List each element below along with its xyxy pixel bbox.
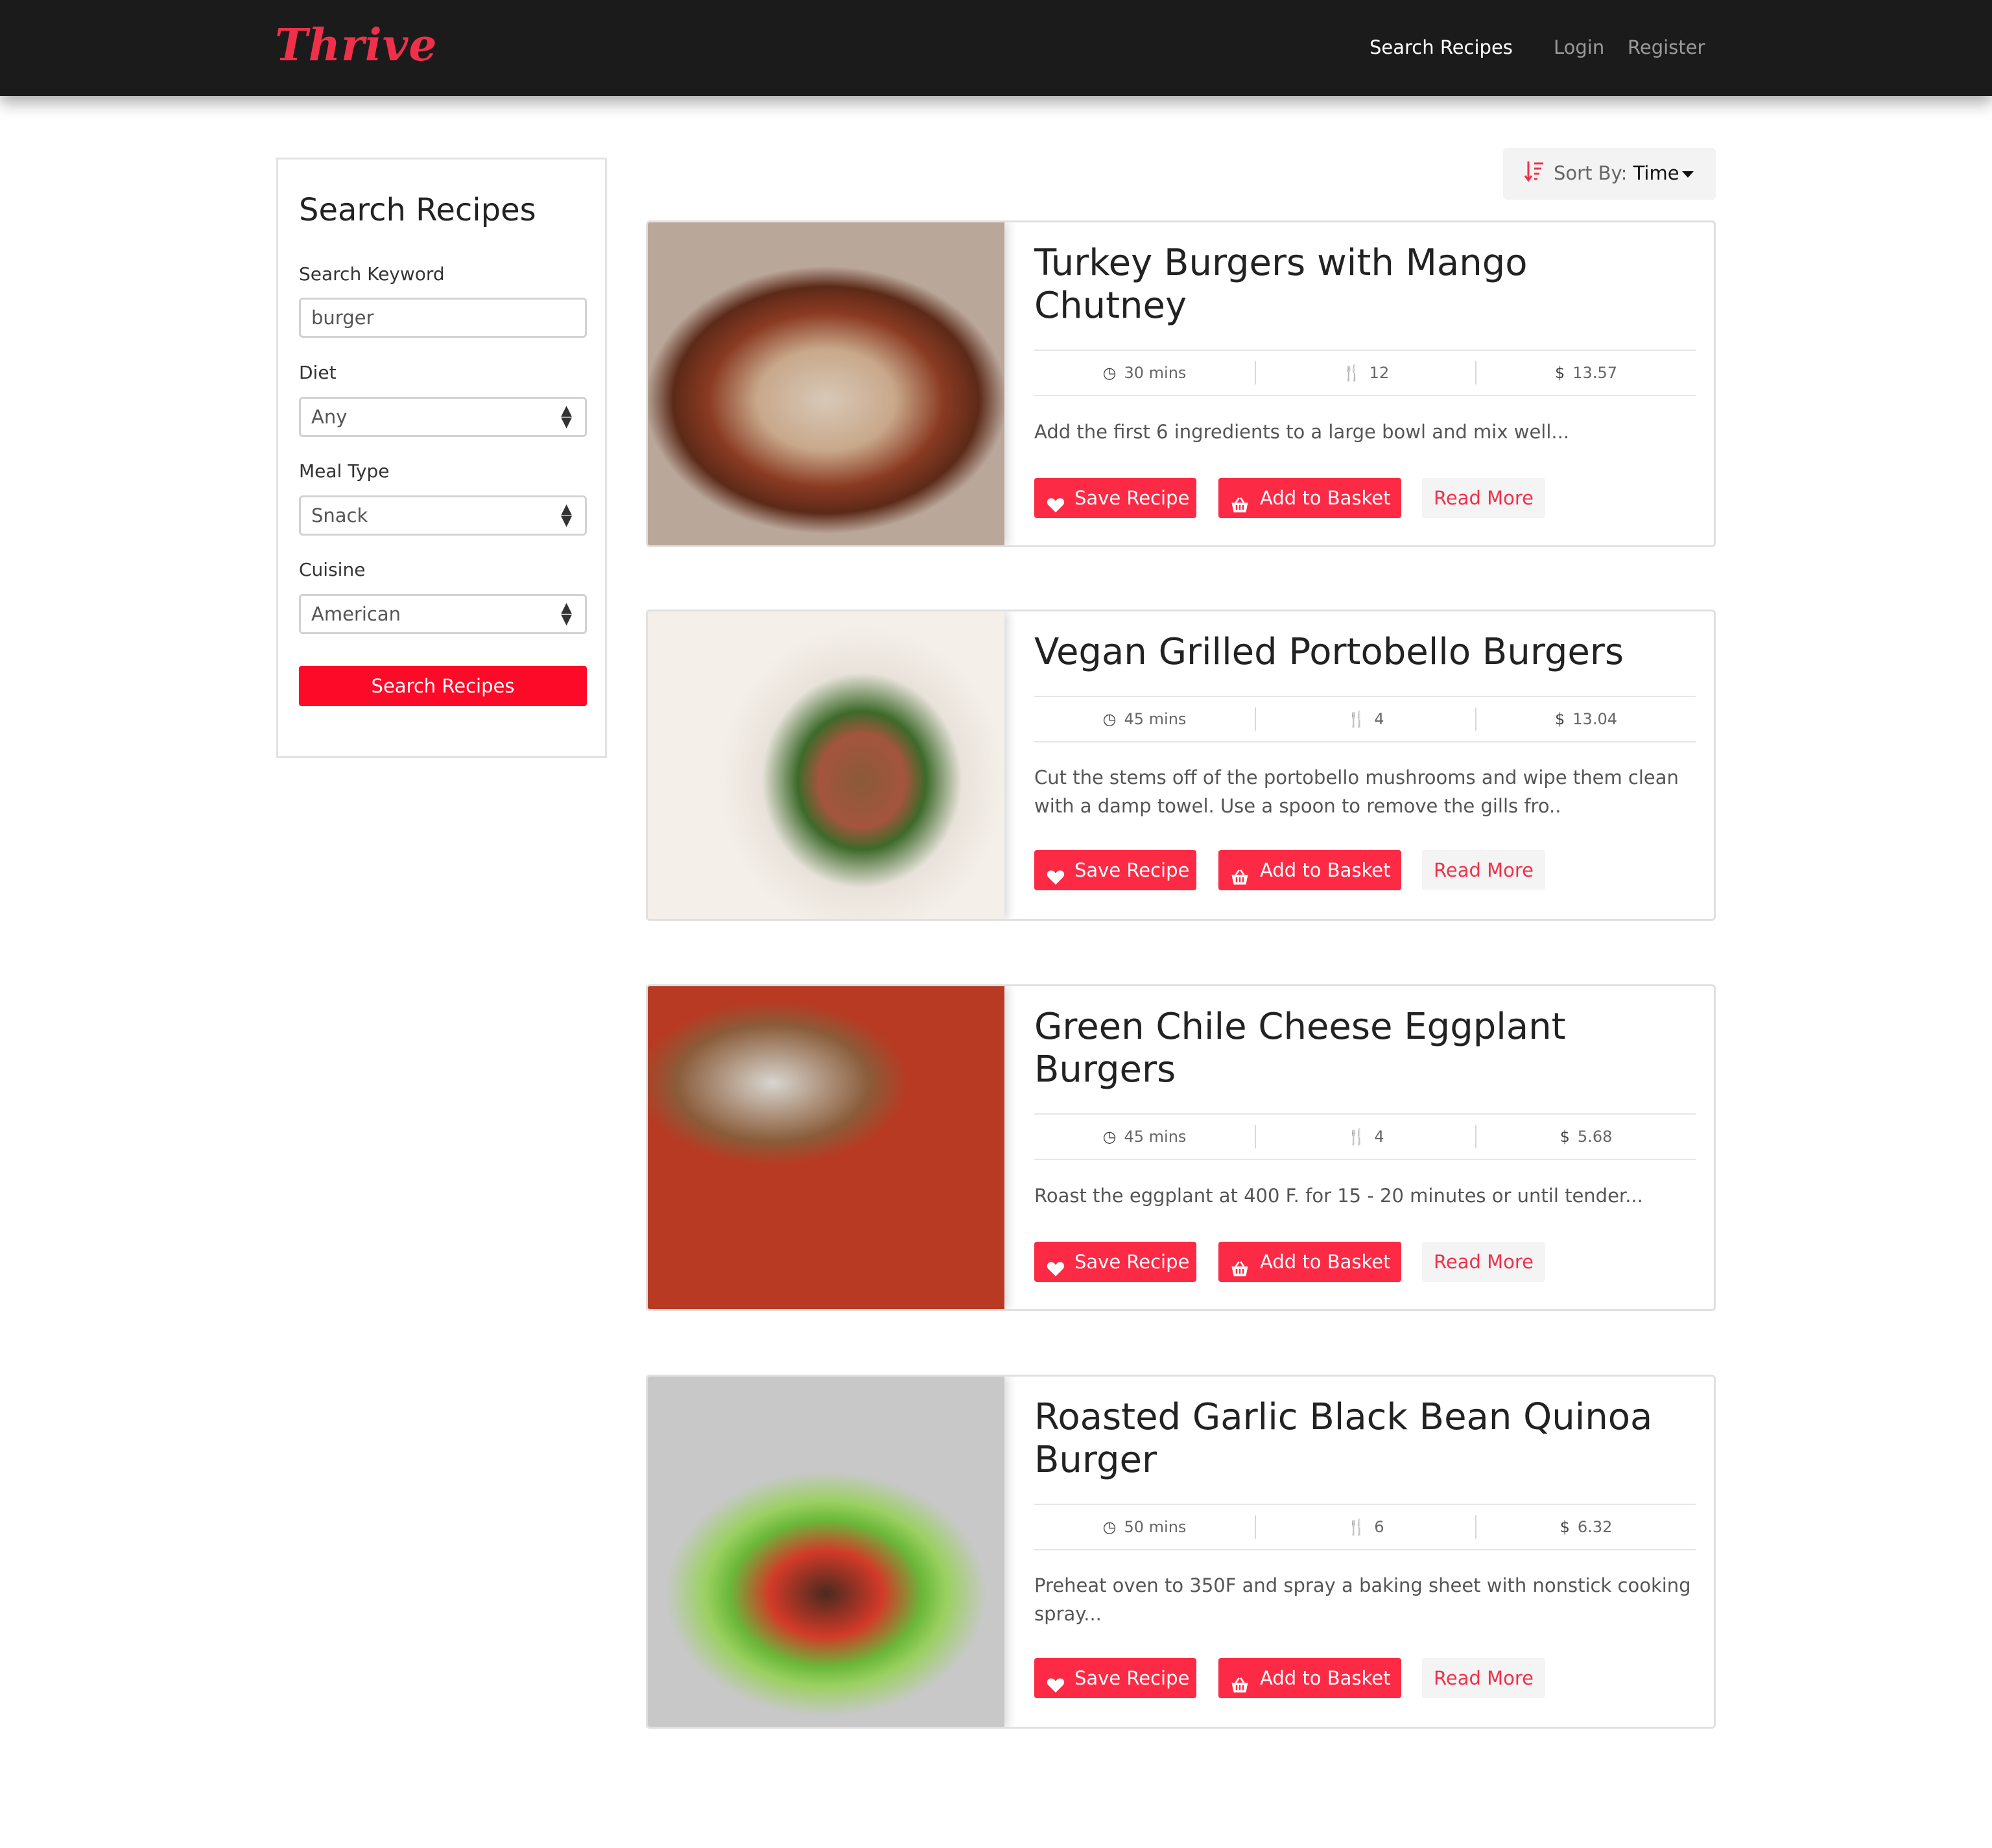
add-to-basket-button[interactable]: Add to Basket: [1218, 1658, 1401, 1698]
save-recipe-button[interactable]: Save Recipe: [1034, 1658, 1196, 1698]
recipe-image[interactable]: [648, 222, 1004, 545]
recipe-description: Add the first 6 ingredients to a large b…: [1034, 421, 1570, 443]
keyword-input[interactable]: burger: [299, 298, 587, 338]
nav-search-recipes[interactable]: Search Recipes: [1370, 36, 1513, 58]
recipe-card: Turkey Burgers with Mango Chutney ◷ 30 mi…: [646, 220, 1716, 547]
sidebar-title: Search Recipes: [299, 192, 536, 228]
sort-dropdown[interactable]: Sort By: Time: [1503, 148, 1716, 200]
basket-icon: [1230, 1252, 1250, 1277]
caret-down-icon: [1682, 171, 1694, 178]
read-more-button[interactable]: Read More: [1422, 1658, 1545, 1698]
search-sidebar: Search Recipes Search Keyword burger Die…: [276, 158, 607, 758]
recipe-price: 13.57: [1572, 364, 1617, 382]
recipe-description: Roast the eggplant at 400 F. for 15 - 20…: [1034, 1185, 1643, 1207]
heart-icon: [1046, 1252, 1065, 1277]
utensils-icon: 🍴: [1347, 710, 1367, 728]
utensils-icon: 🍴: [1347, 1518, 1367, 1536]
add-to-basket-button[interactable]: Add to Basket: [1218, 1242, 1401, 1282]
select-arrows-icon: ▲ ▼: [561, 600, 572, 628]
recipe-servings: 12: [1369, 364, 1390, 382]
recipe-time: 45 mins: [1124, 710, 1187, 728]
read-more-button[interactable]: Read More: [1422, 1242, 1545, 1282]
recipe-servings: 4: [1374, 1128, 1384, 1146]
cuisine-select[interactable]: American ▲ ▼: [299, 594, 587, 634]
save-recipe-button[interactable]: Save Recipe: [1034, 1242, 1196, 1282]
recipe-time: 45 mins: [1124, 1128, 1187, 1146]
dollar-icon: $: [1559, 1518, 1570, 1536]
basket-icon: [1230, 860, 1250, 885]
recipe-card: Vegan Grilled Portobello Burgers ◷ 45 min…: [646, 610, 1716, 921]
keyword-label: Search Keyword: [299, 263, 445, 285]
save-recipe-button[interactable]: Save Recipe: [1034, 850, 1196, 890]
sort-value: Time: [1633, 162, 1679, 184]
clock-icon: ◷: [1102, 710, 1117, 728]
recipe-price: 6.32: [1577, 1518, 1613, 1536]
cuisine-label: Cuisine: [299, 559, 366, 580]
meal-type-value: Snack: [311, 504, 368, 527]
recipe-time: 30 mins: [1124, 364, 1187, 382]
diet-value: Any: [311, 406, 348, 428]
recipe-image[interactable]: [648, 1377, 1004, 1727]
brand-logo[interactable]: Thrive: [275, 19, 437, 71]
recipe-card: Roasted Garlic Black Bean Quinoa Burger …: [646, 1375, 1716, 1729]
search-recipes-button[interactable]: Search Recipes: [299, 666, 587, 706]
read-more-button[interactable]: Read More: [1422, 478, 1545, 518]
basket-icon: [1230, 488, 1250, 513]
recipe-meta: ◷ 45 mins 🍴 4 $5.68: [1034, 1113, 1696, 1160]
dollar-icon: $: [1559, 1128, 1570, 1146]
read-more-button[interactable]: Read More: [1422, 850, 1545, 890]
heart-icon: [1046, 1668, 1065, 1693]
recipe-title[interactable]: Roasted Garlic Black Bean Quinoa Burger: [1034, 1396, 1683, 1482]
recipe-price: 5.68: [1577, 1128, 1613, 1146]
select-arrows-icon: ▲ ▼: [561, 501, 572, 529]
save-recipe-button[interactable]: Save Recipe: [1034, 478, 1196, 518]
recipe-servings: 4: [1374, 710, 1384, 728]
recipe-meta: ◷ 50 mins 🍴 6 $6.32: [1034, 1504, 1696, 1550]
recipe-title[interactable]: Vegan Grilled Portobello Burgers: [1034, 631, 1683, 674]
utensils-icon: 🍴: [1342, 364, 1362, 382]
recipe-description: Cut the stems off of the portobello mush…: [1034, 766, 1679, 817]
clock-icon: ◷: [1102, 1518, 1117, 1536]
utensils-icon: 🍴: [1347, 1128, 1367, 1146]
add-to-basket-button[interactable]: Add to Basket: [1218, 850, 1401, 890]
recipe-image[interactable]: [648, 986, 1004, 1309]
recipe-meta: ◷ 45 mins 🍴 4 $13.04: [1034, 696, 1696, 742]
nav-register[interactable]: Register: [1628, 36, 1705, 58]
sort-label: Sort By: Time: [1554, 162, 1679, 184]
diet-select[interactable]: Any ▲ ▼: [299, 397, 587, 437]
add-to-basket-button[interactable]: Add to Basket: [1218, 478, 1401, 518]
meal-type-select[interactable]: Snack ▲ ▼: [299, 495, 587, 536]
dollar-icon: $: [1555, 364, 1565, 382]
navbar: Thrive Search Recipes Login Register: [0, 0, 1992, 96]
recipe-title[interactable]: Green Chile Cheese Eggplant Burgers: [1034, 1006, 1683, 1091]
cuisine-value: American: [311, 603, 401, 625]
recipe-card: Green Chile Cheese Eggplant Burgers ◷ 45 …: [646, 984, 1716, 1311]
recipe-price: 13.04: [1572, 710, 1617, 728]
select-arrows-icon: ▲ ▼: [561, 403, 572, 431]
recipe-meta: ◷ 30 mins 🍴 12 $13.57: [1034, 349, 1696, 396]
recipe-description: Preheat oven to 350F and spray a baking …: [1034, 1574, 1691, 1625]
nav-login[interactable]: Login: [1554, 36, 1604, 58]
diet-label: Diet: [299, 362, 337, 383]
meal-type-label: Meal Type: [299, 460, 390, 482]
basket-icon: [1230, 1668, 1250, 1693]
heart-icon: [1046, 488, 1065, 513]
heart-icon: [1046, 860, 1065, 885]
recipe-image[interactable]: [648, 611, 1004, 919]
sort-icon: [1524, 161, 1543, 182]
dollar-icon: $: [1555, 710, 1565, 728]
clock-icon: ◷: [1102, 1128, 1117, 1146]
recipe-servings: 6: [1374, 1518, 1384, 1536]
clock-icon: ◷: [1102, 364, 1117, 382]
recipe-title[interactable]: Turkey Burgers with Mango Chutney: [1034, 242, 1683, 327]
recipe-time: 50 mins: [1124, 1518, 1187, 1536]
